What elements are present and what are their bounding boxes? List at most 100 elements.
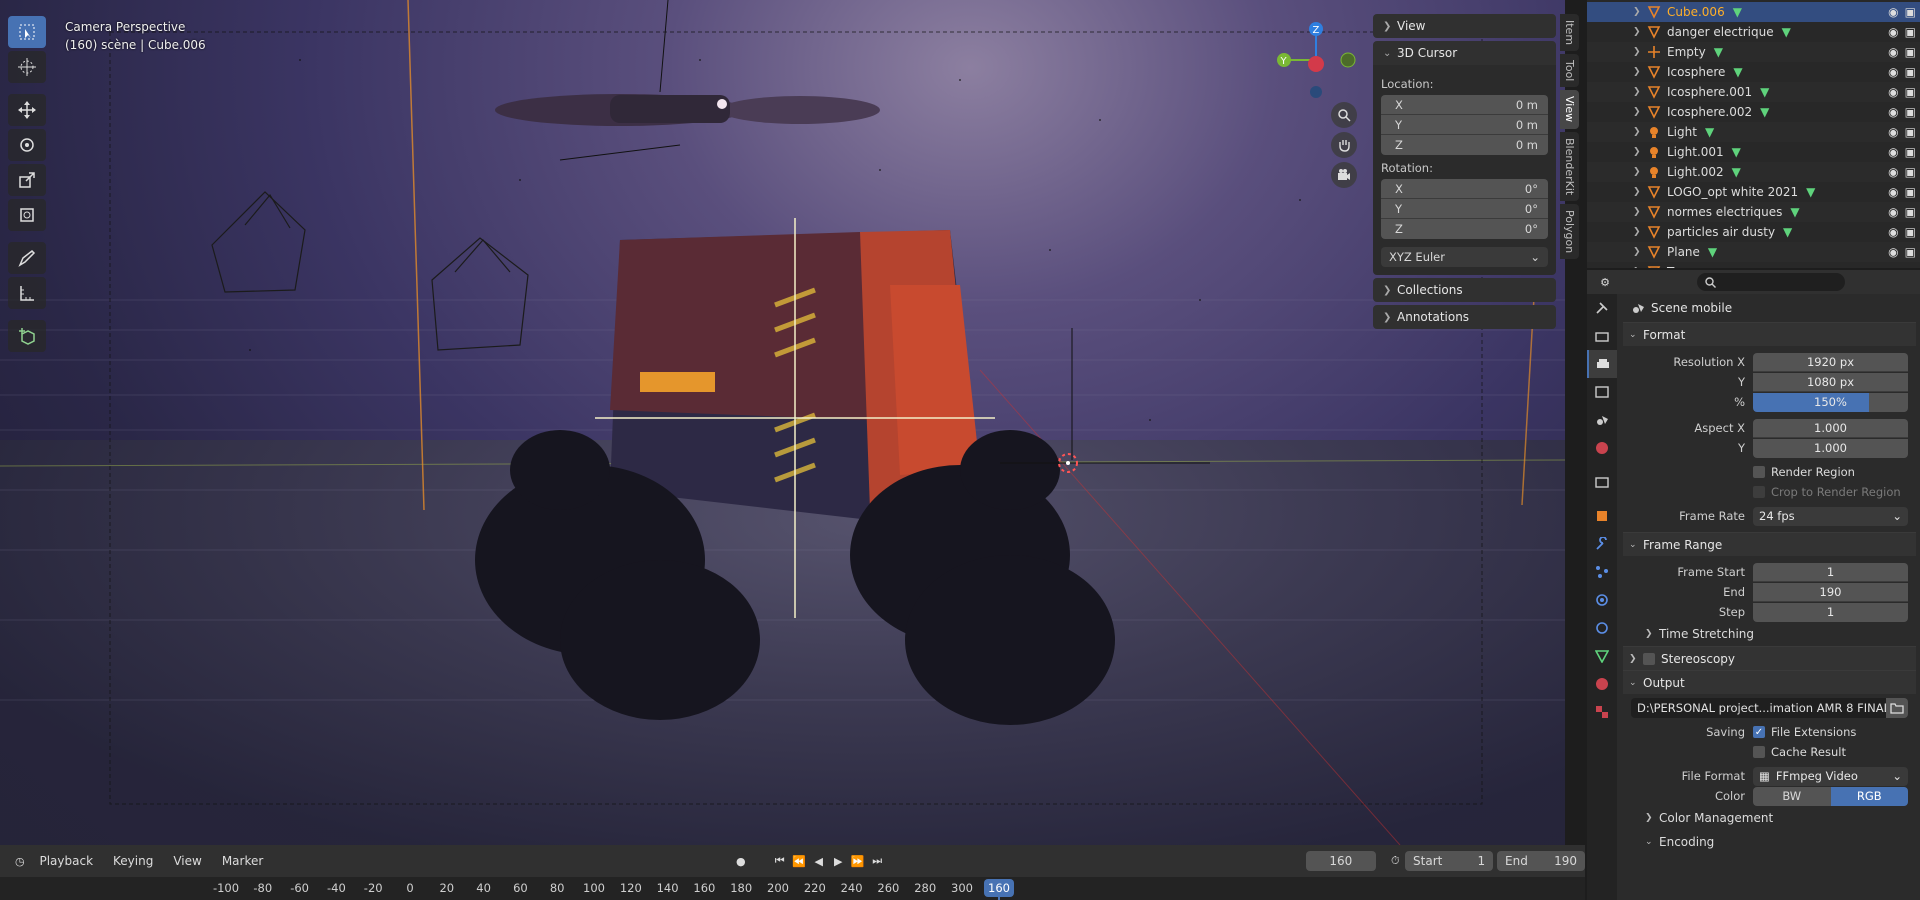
zoom-button[interactable] — [1331, 102, 1357, 128]
start-frame-field[interactable]: Start 1 — [1405, 851, 1494, 871]
color-management-subpanel[interactable]: ❯ Color Management — [1623, 806, 1916, 830]
frame-range-panel-header[interactable]: ⌄ Frame Range — [1623, 532, 1916, 556]
resolution-y-field[interactable]: 1080 px — [1753, 372, 1908, 392]
view-layer-tab[interactable] — [1587, 378, 1617, 406]
navigation-gizmo[interactable]: Z Y — [1268, 20, 1358, 110]
texture-tab[interactable] — [1587, 698, 1617, 726]
collections-panel-header[interactable]: ❯ Collections — [1373, 278, 1556, 302]
camera-icon[interactable]: ▣ — [1905, 225, 1916, 239]
camera-icon[interactable]: ▣ — [1905, 105, 1916, 119]
chevron-right-icon[interactable]: ❯ — [1633, 267, 1645, 268]
chevron-right-icon[interactable]: ❯ — [1633, 207, 1645, 217]
chevron-right-icon[interactable]: ❯ — [1633, 87, 1645, 97]
outliner-row[interactable]: ❯ Icosphere.002 ▼ ◉ ▣ — [1587, 102, 1920, 122]
pan-button[interactable] — [1331, 132, 1357, 158]
keying-menu[interactable]: Keying — [113, 854, 153, 868]
outliner-row[interactable]: ❯ particles air dusty ▼ ◉ ▣ — [1587, 222, 1920, 242]
tab-blenderkit[interactable]: BlenderKit — [1560, 131, 1579, 201]
camera-icon[interactable]: ▣ — [1905, 185, 1916, 199]
measure-tool[interactable] — [8, 277, 46, 309]
chevron-right-icon[interactable]: ❯ — [1633, 247, 1645, 257]
chevron-right-icon[interactable]: ❯ — [1633, 227, 1645, 237]
modifiers-tab[interactable] — [1587, 530, 1617, 558]
particles-tab[interactable] — [1587, 558, 1617, 586]
camera-icon[interactable]: ▣ — [1905, 65, 1916, 79]
playhead[interactable]: 160 — [984, 879, 1014, 897]
frame-ruler[interactable]: -100 -80 -60 -40 -20 0 20 40 60 80 100 120 140 160 180… — [0, 877, 1585, 900]
eye-icon[interactable]: ◉ — [1888, 45, 1898, 59]
material-tab[interactable] — [1587, 670, 1617, 698]
chevron-right-icon[interactable]: ❯ — [1633, 187, 1645, 197]
outliner-row[interactable]: ❯Torus▼◉▣ — [1587, 262, 1920, 268]
eye-icon[interactable]: ◉ — [1888, 145, 1898, 159]
outliner-row[interactable]: ❯ Icosphere.001 ▼ ◉ ▣ — [1587, 82, 1920, 102]
object-tab[interactable] — [1587, 502, 1617, 530]
camera-icon[interactable]: ▣ — [1905, 205, 1916, 219]
camera-icon[interactable]: ▣ — [1905, 85, 1916, 99]
stereoscopy-panel-header[interactable]: ❯ Stereoscopy — [1623, 646, 1916, 670]
properties-search[interactable] — [1697, 273, 1845, 291]
eye-icon[interactable]: ◉ — [1888, 265, 1898, 268]
eye-icon[interactable]: ◉ — [1888, 25, 1898, 39]
eye-icon[interactable]: ◉ — [1888, 245, 1898, 259]
play-icon[interactable]: ▶ — [828, 852, 847, 870]
annotations-panel-header[interactable]: ❯ Annotations — [1373, 305, 1556, 329]
physics-tab[interactable] — [1587, 586, 1617, 614]
constraints-tab[interactable] — [1587, 614, 1617, 642]
eye-icon[interactable]: ◉ — [1888, 225, 1898, 239]
folder-button[interactable] — [1886, 698, 1908, 718]
frame-rate-select[interactable]: 24 fps ⌄ — [1753, 506, 1908, 526]
encoding-subpanel[interactable]: ⌄ Encoding — [1623, 830, 1916, 854]
resolution-x-field[interactable]: 1920 px — [1753, 352, 1908, 372]
jump-start-icon[interactable]: ⏮ — [770, 852, 789, 870]
color-rgb-option[interactable]: RGB — [1830, 786, 1908, 806]
file-format-select[interactable]: ▦ FFmpeg Video ⌄ — [1753, 766, 1908, 786]
outliner-row[interactable]: ❯ Cube.006 ▼ ◉ ▣ — [1587, 2, 1920, 22]
output-panel-header[interactable]: ⌄ Output — [1623, 670, 1916, 694]
eye-icon[interactable]: ◉ — [1888, 205, 1898, 219]
output-path-field[interactable]: D:\PERSONAL project...imation AMR 8 FINA… — [1631, 698, 1886, 718]
eye-icon[interactable]: ◉ — [1888, 185, 1898, 199]
frame-start-field[interactable]: 1 — [1753, 562, 1908, 582]
tab-view[interactable]: View — [1560, 90, 1579, 129]
camera-view-button[interactable] — [1331, 162, 1357, 188]
format-panel-header[interactable]: ⌄ Format — [1623, 322, 1916, 346]
stereoscopy-checkbox[interactable] — [1643, 652, 1655, 665]
outliner-row[interactable]: ❯ Light.002 ▼ ◉ ▣ — [1587, 162, 1920, 182]
tab-tool[interactable]: Tool — [1560, 54, 1579, 88]
time-stretching-subpanel[interactable]: ❯ Time Stretching — [1623, 622, 1916, 646]
resolution-percent-slider[interactable]: 150% — [1753, 392, 1908, 412]
chevron-right-icon[interactable]: ❯ — [1633, 147, 1645, 157]
jump-end-icon[interactable]: ⏭ — [867, 852, 886, 870]
eye-icon[interactable]: ◉ — [1888, 105, 1898, 119]
cursor-panel-header[interactable]: ⌄ 3D Cursor — [1373, 41, 1556, 65]
rotation-mode-select[interactable]: XYZ Euler ⌄ — [1381, 247, 1548, 267]
camera-icon[interactable]: ▣ — [1905, 165, 1916, 179]
view-panel-header[interactable]: ❯ View — [1373, 14, 1556, 38]
playback-menu[interactable]: Playback — [39, 854, 93, 868]
cursor-tool[interactable] — [8, 51, 46, 83]
chevron-right-icon[interactable]: ❯ — [1633, 27, 1645, 37]
output-tab[interactable] — [1587, 350, 1617, 378]
record-icon[interactable]: ● — [731, 852, 750, 870]
view-menu[interactable]: View — [173, 854, 201, 868]
camera-icon[interactable]: ▣ — [1905, 145, 1916, 159]
cache-result-checkbox[interactable]: Cache Result — [1753, 742, 1916, 762]
current-frame-field[interactable]: 160 — [1305, 851, 1376, 871]
scale-tool[interactable] — [8, 164, 46, 196]
stopwatch-icon[interactable]: ⏱ — [1386, 852, 1405, 870]
tool-tab[interactable] — [1587, 294, 1617, 322]
eye-icon[interactable]: ◉ — [1888, 85, 1898, 99]
next-keyframe-icon[interactable]: ⏩ — [848, 852, 867, 870]
world-tab[interactable] — [1587, 434, 1617, 462]
add-cube-tool[interactable] — [8, 320, 46, 352]
tab-polygon[interactable]: Polygon — [1560, 203, 1579, 259]
eye-icon[interactable]: ◉ — [1888, 125, 1898, 139]
data-tab[interactable] — [1587, 642, 1617, 670]
rotation-x-field[interactable]: X 0° — [1381, 179, 1548, 199]
tab-item[interactable]: Item — [1560, 14, 1579, 52]
eye-icon[interactable]: ◉ — [1888, 165, 1898, 179]
outliner-row[interactable]: ❯ Empty ▼ ◉ ▣ — [1587, 42, 1920, 62]
crop-region-checkbox[interactable]: Crop to Render Region — [1753, 482, 1916, 502]
outliner-row[interactable]: ❯ LOGO_opt white 2021 ▼ ◉ ▣ — [1587, 182, 1920, 202]
